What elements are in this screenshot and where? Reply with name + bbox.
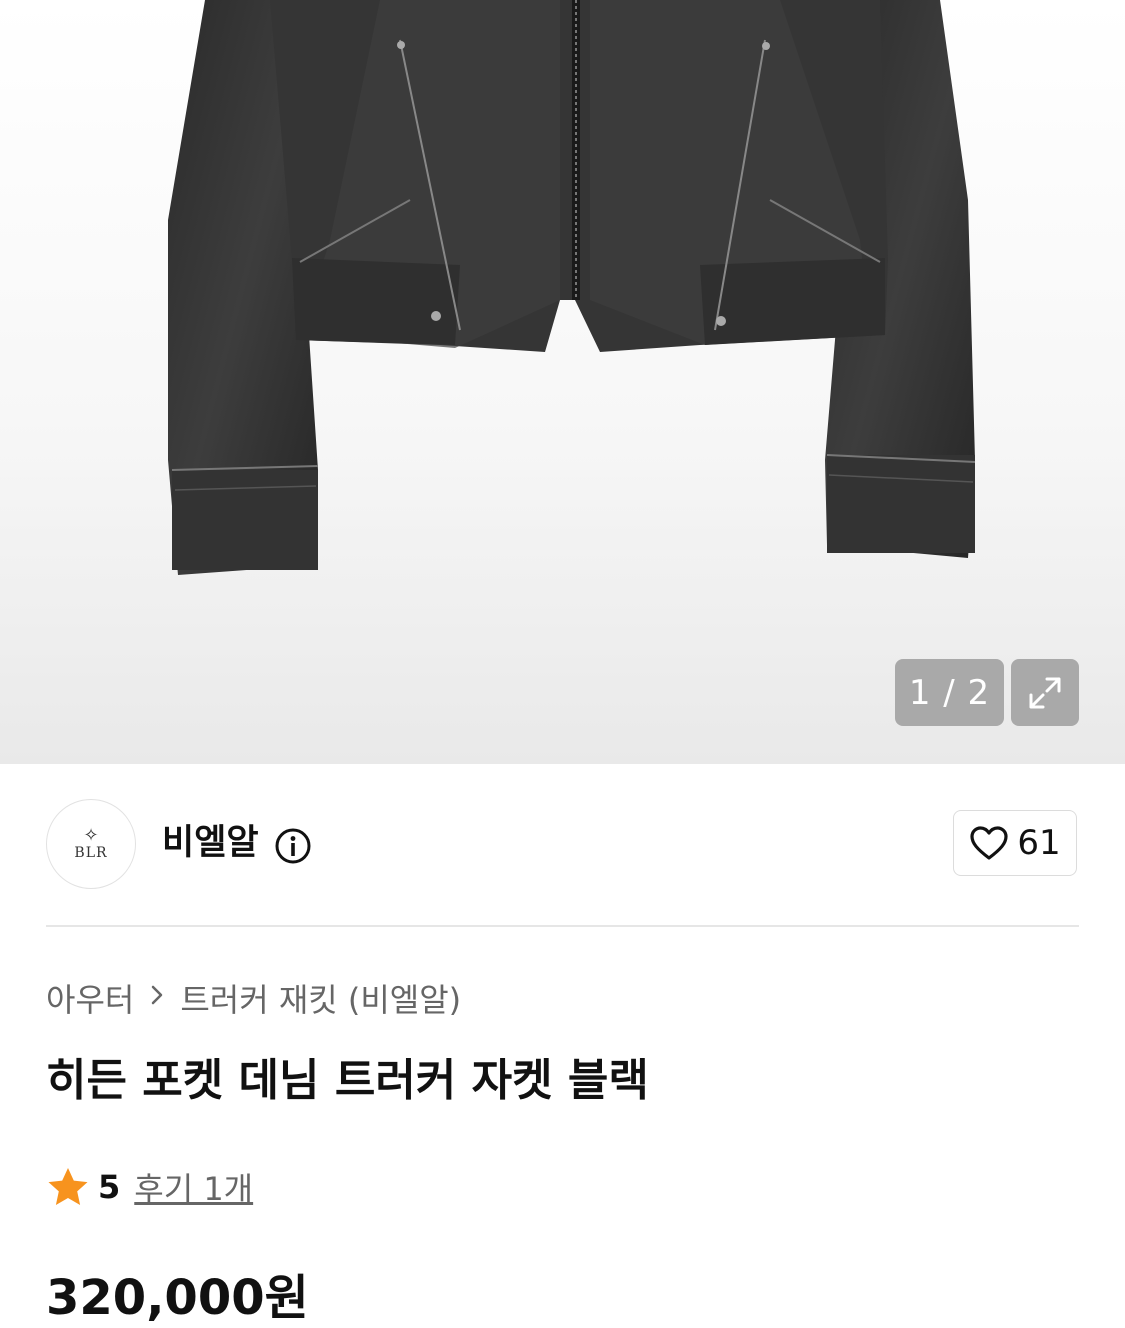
product-title: 히든 포켓 데님 트러커 자켓 블랙: [46, 1055, 649, 1106]
brand-logo-text: BLR: [74, 845, 108, 861]
expand-arrows-icon: [1029, 677, 1061, 708]
brand-name[interactable]: 비엘알: [162, 821, 259, 865]
info-icon[interactable]: [274, 827, 312, 869]
like-count: 61: [1017, 823, 1061, 863]
rating-row: 5 후기 1개: [46, 1164, 253, 1210]
like-button[interactable]: 61: [953, 810, 1077, 876]
brand-logo[interactable]: ✧ BLR: [46, 799, 136, 889]
breadcrumb: 아우터 트러커 재킷 (비엘알): [46, 976, 461, 1020]
heart-outline-icon: [970, 826, 1008, 860]
breadcrumb-subcategory[interactable]: 트러커 재킷 (비엘알): [180, 975, 461, 1021]
product-image-area[interactable]: 1 / 2: [0, 0, 1125, 764]
divider: [46, 925, 1079, 927]
breadcrumb-category[interactable]: 아우터: [46, 975, 134, 1021]
product-image-denim-jacket: [168, 0, 976, 575]
product-price: 320,000원: [46, 1270, 309, 1326]
expand-image-button[interactable]: [1011, 659, 1079, 726]
chevron-right-icon: [148, 983, 166, 1014]
star-mark-icon: ✧: [83, 825, 99, 846]
star-icon: [48, 1168, 88, 1205]
brand-row: ✧ BLR 비엘알 61: [46, 799, 1079, 889]
rating-value: 5: [98, 1168, 121, 1206]
review-count-link[interactable]: 후기 1개: [134, 1164, 253, 1210]
image-counter: 1 / 2: [895, 659, 1004, 726]
